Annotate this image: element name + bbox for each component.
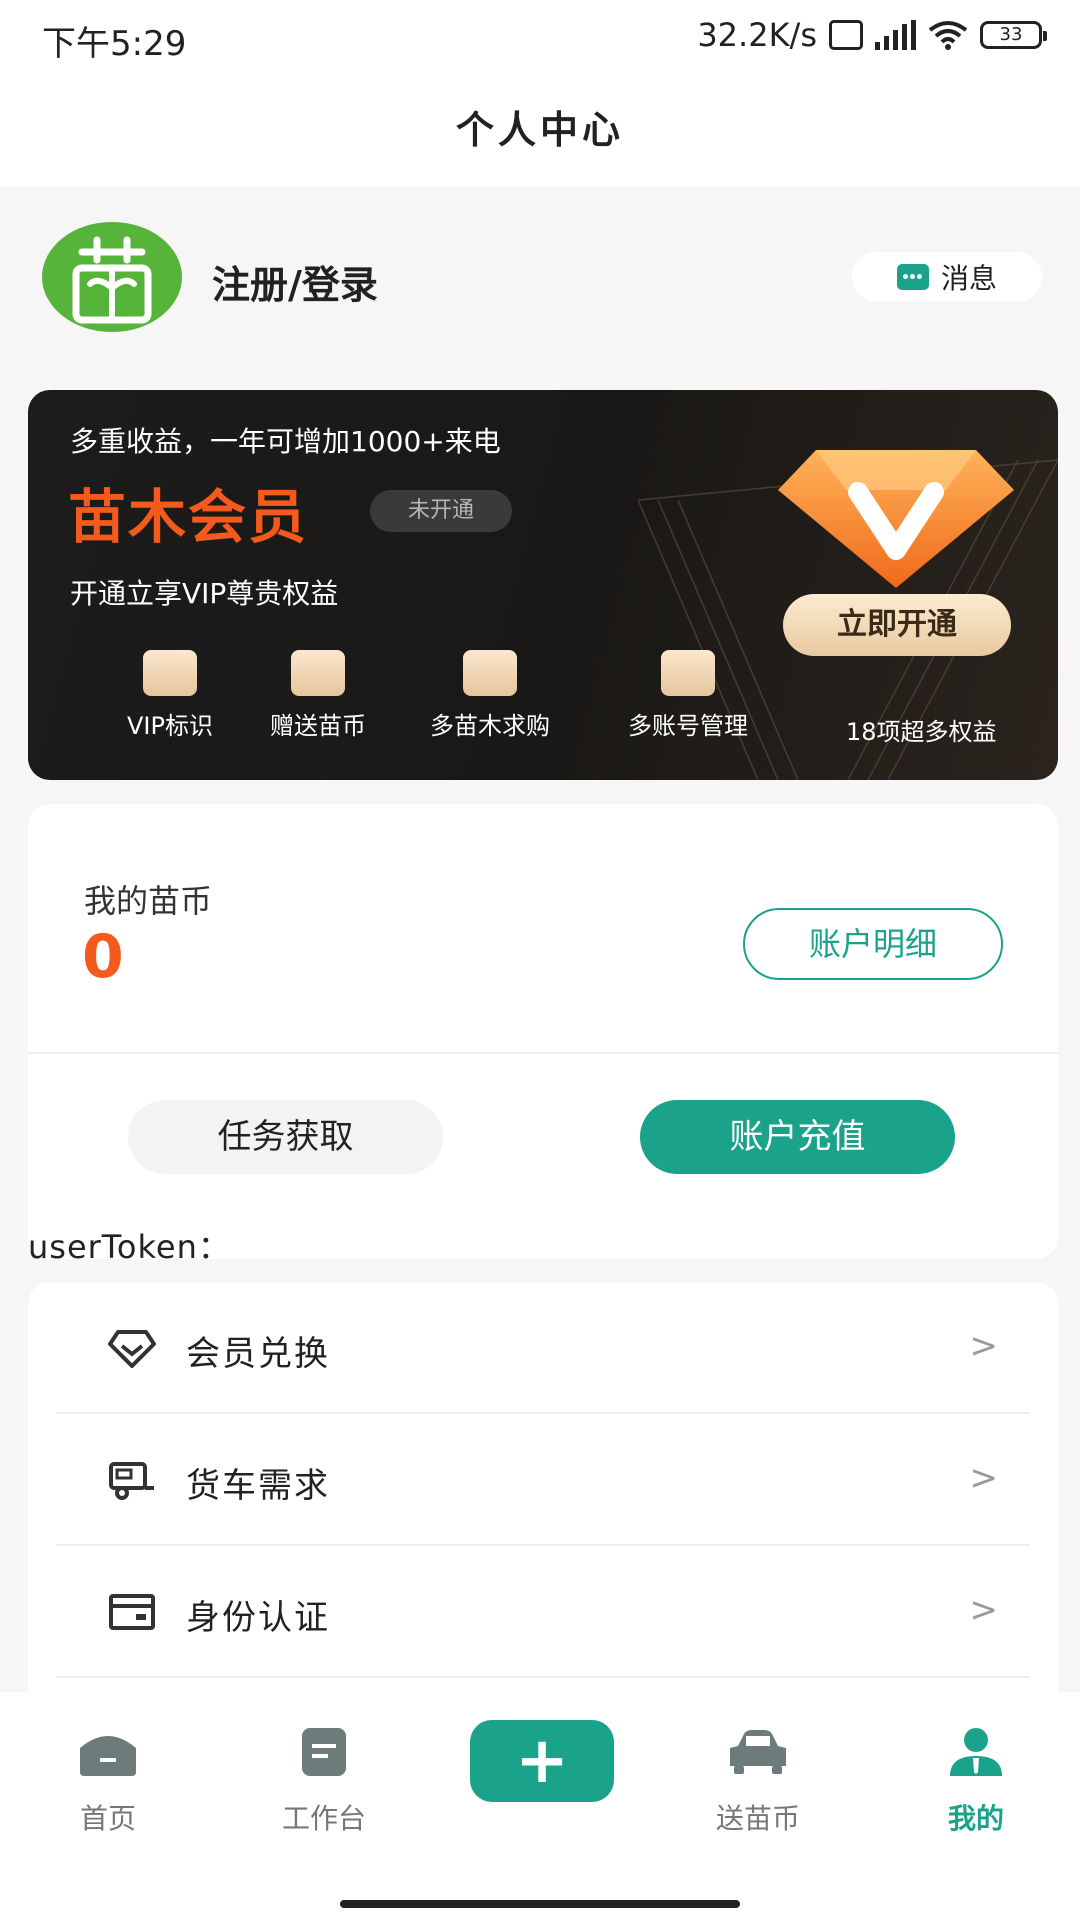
chevron-right-icon: > [969, 1590, 999, 1630]
recharge-button[interactable]: 账户充值 [640, 1100, 955, 1174]
vip-status-badge: 未开通 [370, 490, 512, 532]
status-time: 下午5:29 [42, 24, 187, 64]
chevron-right-icon: > [969, 1458, 999, 1498]
id-card-icon [109, 1594, 155, 1630]
coin-label: 我的苗币 [84, 882, 213, 920]
nav-label: 送苗币 [715, 1802, 800, 1835]
nav-home[interactable]: 首页 [28, 1726, 188, 1837]
bottom-nav: 首页 工作台 + 送苗币 我的 [0, 1692, 1080, 1920]
vip-open-button[interactable]: 立即开通 [783, 594, 1011, 656]
vip-subtitle: 多重收益，一年可增加1000+来电 [70, 425, 501, 458]
publish-button[interactable]: + [470, 1720, 614, 1802]
handshake-icon [661, 650, 715, 696]
diamond-icon [778, 450, 1014, 588]
menu-item-member-exchange[interactable]: 会员兑换 > [56, 1282, 1030, 1414]
avatar[interactable] [42, 222, 182, 332]
account-detail-button[interactable]: 账户明细 [743, 908, 1003, 980]
menu-item-label: 货车需求 [186, 1466, 330, 1506]
status-bar: 下午5:29 32.2K/s 33 [0, 0, 1080, 80]
diamond-icon [108, 1330, 156, 1368]
nfc-icon [829, 20, 863, 50]
signal-icon [875, 20, 916, 50]
menu-item-truck-demand[interactable]: 货车需求 > [56, 1414, 1030, 1546]
divider [28, 1052, 1058, 1054]
truck-icon [109, 1462, 154, 1500]
nav-send-coins[interactable]: 送苗币 [678, 1726, 838, 1837]
vip-feature-multi-account: 多账号管理 [598, 650, 778, 741]
nav-mine[interactable]: 我的 [896, 1726, 1056, 1837]
purchase-icon [463, 650, 517, 696]
gift-coin-icon [291, 650, 345, 696]
page-title: 个人中心 [455, 108, 624, 152]
vip-feature-label: 多账号管理 [628, 712, 748, 740]
car-icon [730, 1730, 786, 1774]
vip-feature-purchase: 多苗木求购 [400, 650, 580, 741]
battery-icon: 33 [980, 21, 1047, 49]
user-icon [950, 1728, 1002, 1776]
menu-list: 会员兑换 > 货车需求 > 身份认证 > [28, 1282, 1058, 1702]
net-speed: 32.2K/s [697, 16, 817, 54]
vip-card[interactable]: 多重收益，一年可增加1000+来电 苗木会员 未开通 开通立享VIP尊贵权益 立… [28, 390, 1058, 780]
message-icon [896, 264, 929, 290]
message-label: 消息 [940, 262, 997, 295]
vip-feature-gift-coins: 赠送苗币 [228, 650, 408, 741]
nav-label: 首页 [79, 1802, 136, 1835]
menu-item-label: 会员兑换 [186, 1334, 330, 1374]
vip-feature-label: 多苗木求购 [430, 712, 550, 740]
user-token-label: userToken： [28, 1228, 231, 1266]
vip-description: 开通立享VIP尊贵权益 [70, 577, 339, 610]
coin-value: 0 [82, 922, 124, 992]
workbench-icon [302, 1728, 346, 1776]
menu-item-label: 身份认证 [186, 1598, 330, 1638]
task-button[interactable]: 任务获取 [128, 1100, 443, 1174]
home-icon [80, 1736, 136, 1776]
home-indicator [340, 1900, 740, 1908]
vip-badge-icon [143, 650, 197, 696]
chevron-right-icon: > [969, 1326, 999, 1366]
title-bar: 个人中心 [0, 80, 1080, 186]
nav-workbench[interactable]: 工作台 [244, 1726, 404, 1837]
coin-card: 我的苗币 0 账户明细 任务获取 账户充值 [28, 804, 1058, 1259]
nav-label: 我的 [947, 1802, 1004, 1835]
message-button[interactable]: 消息 [852, 252, 1042, 302]
logo-icon [72, 236, 152, 324]
status-right: 32.2K/s 33 [697, 16, 1047, 54]
vip-feature-label: 赠送苗币 [270, 712, 366, 740]
login-link[interactable]: 注册/登录 [212, 254, 378, 309]
menu-item-identity[interactable]: 身份认证 > [56, 1546, 1030, 1678]
vip-title: 苗木会员 [68, 483, 309, 551]
wifi-icon [928, 21, 968, 50]
vip-more-benefits[interactable]: 18项超多权益 [846, 712, 997, 747]
nav-label: 工作台 [281, 1802, 366, 1835]
